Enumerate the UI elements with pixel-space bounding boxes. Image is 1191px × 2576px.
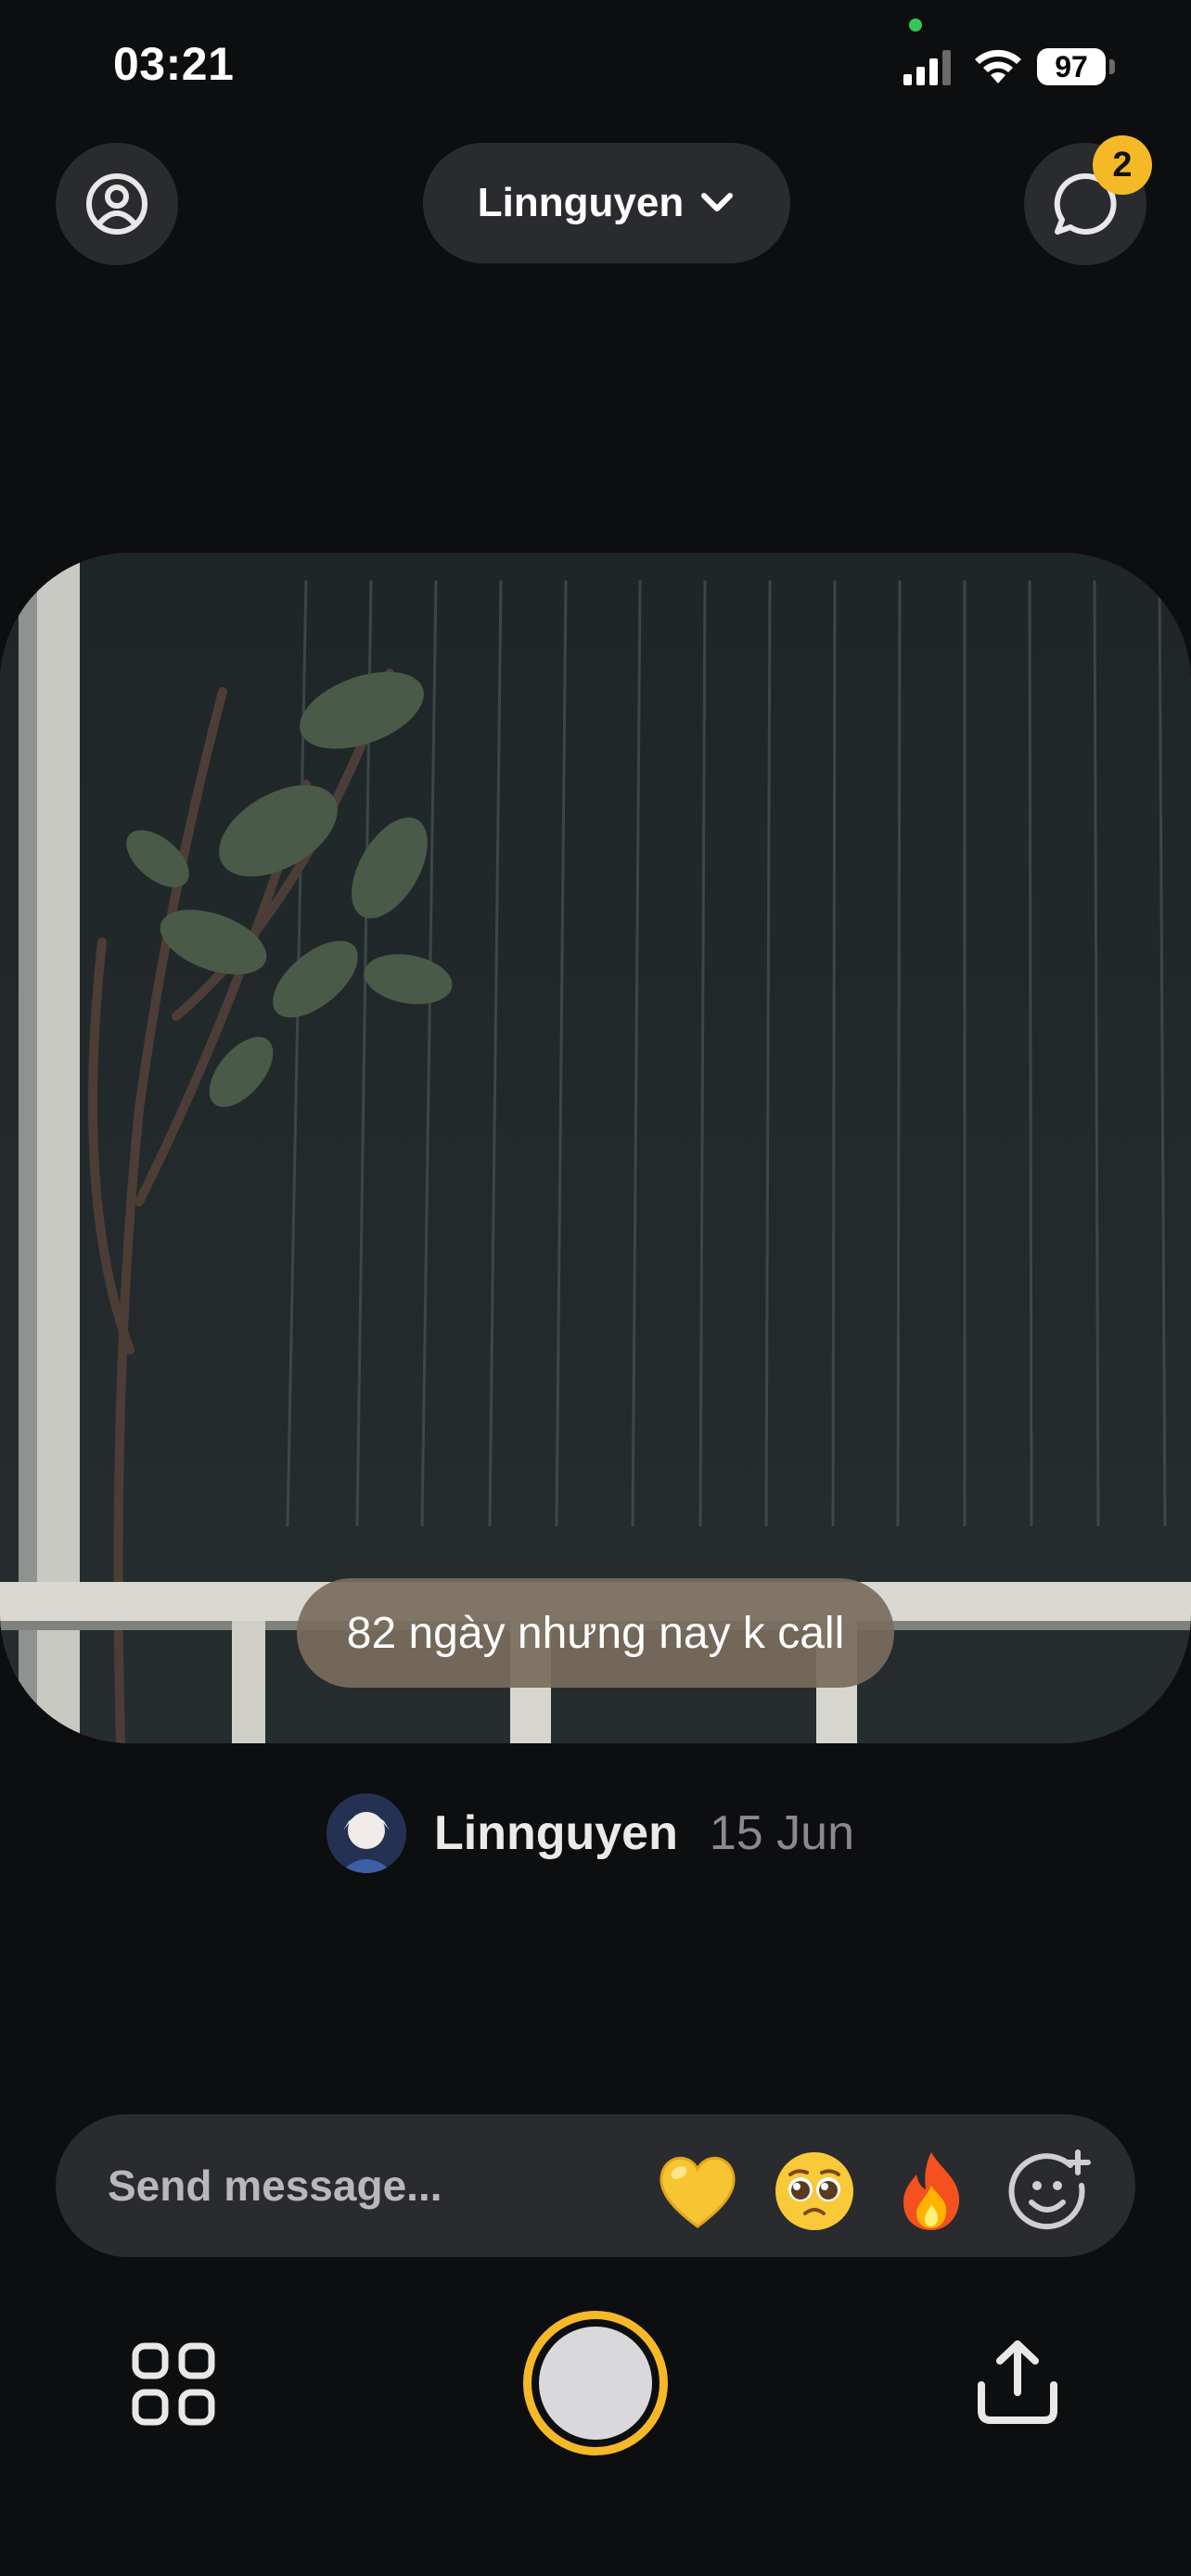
- friend-selector-label: Linnguyen: [477, 180, 685, 225]
- friend-selector[interactable]: Linnguyen: [423, 143, 790, 263]
- avatar[interactable]: [327, 1793, 406, 1873]
- grid-icon[interactable]: [132, 2342, 215, 2426]
- battery-level: 97: [1055, 49, 1088, 83]
- avatar-image: [327, 1793, 406, 1873]
- shutter-button[interactable]: [523, 2311, 668, 2455]
- reaction-pleading-button[interactable]: [772, 2149, 857, 2234]
- reaction-heart-button[interactable]: [655, 2149, 740, 2234]
- share-icon[interactable]: [976, 2337, 1059, 2426]
- wifi-icon: [975, 49, 1021, 83]
- yellow-heart-icon: [660, 2157, 736, 2228]
- reaction-fire-button[interactable]: [889, 2149, 974, 2234]
- person-circle-icon: [86, 173, 147, 235]
- battery-icon: 97: [1037, 48, 1106, 85]
- post-caption: 82 ngày nhưng nay k call: [297, 1578, 894, 1688]
- message-composer: Send message...: [56, 2114, 1135, 2257]
- chevron-down-icon: [701, 193, 734, 211]
- photo-content: [0, 553, 1191, 1743]
- smiley-plus-icon: [1008, 2149, 1091, 2230]
- post-author-row[interactable]: Linnguyen 15 Jun: [327, 1792, 854, 1875]
- fire-icon: [903, 2152, 960, 2230]
- camera-indicator-dot: [909, 19, 922, 32]
- author-name: Linnguyen: [434, 1806, 678, 1860]
- message-input[interactable]: Send message...: [108, 2114, 627, 2257]
- add-reaction-button[interactable]: [1005, 2149, 1091, 2234]
- unread-badge: 2: [1093, 135, 1152, 195]
- signal-icon: [903, 50, 951, 85]
- profile-button[interactable]: [56, 143, 178, 265]
- pleading-face-icon: [775, 2152, 853, 2230]
- post-photo[interactable]: [0, 553, 1191, 1743]
- app-screen: 03:21 97 Linnguyen 2 82 ngày nhưng nay k…: [0, 0, 1191, 2576]
- post-date: 15 Jun: [709, 1806, 855, 1860]
- status-time: 03:21: [113, 38, 235, 90]
- battery-cap: [1109, 59, 1115, 74]
- shutter-inner: [539, 2327, 652, 2440]
